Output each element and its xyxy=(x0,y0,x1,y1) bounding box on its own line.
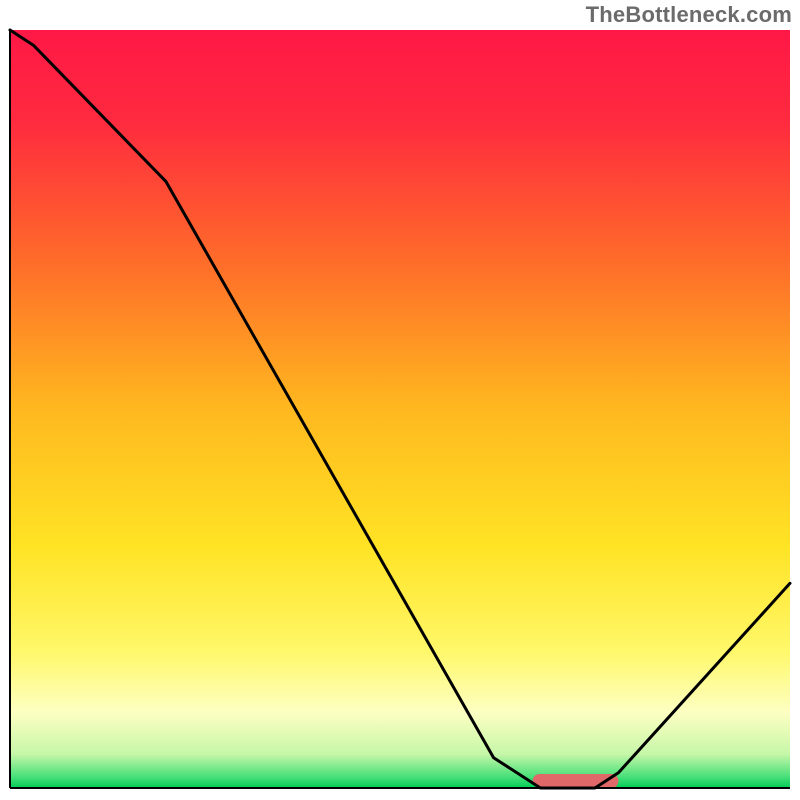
bottleneck-chart: TheBottleneck.com xyxy=(0,0,800,800)
watermark-text: TheBottleneck.com xyxy=(586,2,792,28)
plot-background xyxy=(10,30,790,788)
chart-svg xyxy=(0,0,800,800)
